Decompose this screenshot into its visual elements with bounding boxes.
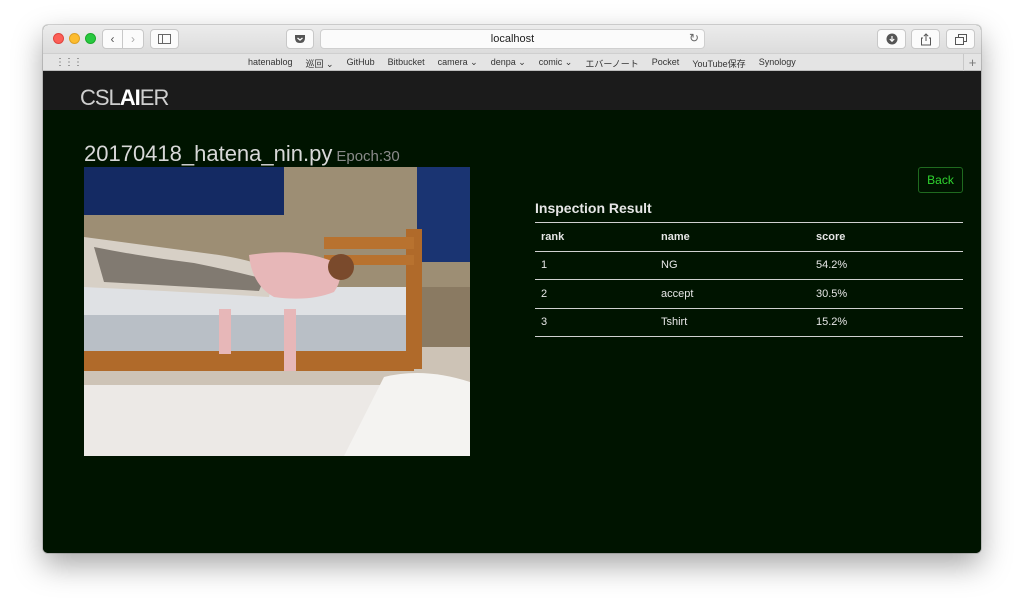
score-cell: 30.5%	[810, 279, 963, 308]
bookmark-item[interactable]: Bitbucket	[388, 57, 425, 70]
address-bar[interactable]: localhost ↻	[320, 29, 705, 49]
back-button[interactable]: Back	[918, 167, 963, 193]
chevron-right-icon: ›	[131, 32, 135, 46]
bookmark-item[interactable]: denpa ⌄	[491, 57, 526, 70]
address-text: localhost	[490, 33, 535, 45]
sidebar-toggle-button[interactable]	[150, 29, 179, 49]
rank-cell: 3	[535, 307, 655, 337]
score-cell: 54.2%	[810, 250, 963, 280]
table-row: 2 accept 30.5%	[535, 279, 963, 308]
score-cell: 15.2%	[810, 307, 963, 337]
logo-prefix: CSL	[80, 85, 121, 110]
table-header-row: rank name score	[535, 222, 963, 251]
downloads-button[interactable]	[877, 29, 906, 49]
inspected-image	[84, 167, 470, 456]
share-icon	[920, 32, 931, 45]
chevron-left-icon: ‹	[110, 32, 115, 46]
maximize-window-button[interactable]	[85, 33, 96, 44]
pocket-icon	[295, 35, 305, 43]
close-window-button[interactable]	[53, 33, 64, 44]
name-cell: Tshirt	[655, 307, 810, 337]
bookmark-item[interactable]: 巡回 ⌄	[306, 57, 334, 70]
rank-cell: 1	[535, 250, 655, 280]
bookmark-item[interactable]: Synology	[759, 57, 796, 70]
table-row: 1 NG 54.2%	[535, 250, 963, 280]
forward-nav-button[interactable]: ›	[123, 29, 144, 49]
sidebar-icon	[158, 34, 171, 44]
column-header-score: score	[810, 222, 963, 251]
column-header-rank: rank	[535, 222, 655, 251]
download-icon	[886, 33, 897, 45]
tabs-overview-button[interactable]	[946, 29, 975, 49]
logo-ai: AI	[119, 85, 141, 110]
app-header: CSLAIER	[43, 71, 981, 110]
nav-buttons: ‹ ›	[102, 29, 144, 49]
name-cell: accept	[655, 279, 810, 308]
minimize-window-button[interactable]	[69, 33, 80, 44]
bookmark-item[interactable]: comic ⌄	[539, 57, 573, 70]
share-button[interactable]	[911, 29, 940, 49]
inspection-result-title: Inspection Result	[535, 200, 652, 216]
pocket-button[interactable]	[286, 29, 314, 49]
grid-icon[interactable]: ⋮⋮⋮	[55, 57, 83, 68]
bookmark-item[interactable]: エバーノート	[585, 57, 638, 70]
back-nav-button[interactable]: ‹	[102, 29, 123, 49]
inspection-result-table: rank name score 1 NG 54.2% 2 accept 30.5…	[535, 222, 963, 337]
page-title: 20170418_hatena_nin.py Epoch:30	[84, 141, 400, 167]
bookmark-item[interactable]: hatenablog	[248, 57, 293, 70]
epoch-label: Epoch:30	[336, 148, 400, 165]
name-cell: NG	[655, 250, 810, 280]
tabs-icon	[954, 33, 967, 45]
bookmark-item[interactable]: YouTube保存	[692, 57, 745, 70]
bookmark-item[interactable]: camera ⌄	[438, 57, 478, 70]
bookmark-item[interactable]: Pocket	[652, 57, 680, 70]
browser-window: ‹ › localhost ↻ ⋮⋮⋮ hatenablog 巡回 ⌄ GitHub…	[43, 25, 981, 553]
bookmarks-bar: ⋮⋮⋮ hatenablog 巡回 ⌄ GitHub Bitbucket camera …	[43, 53, 981, 71]
bookmark-list: hatenablog 巡回 ⌄ GitHub Bitbucket camera ⌄ den…	[248, 57, 796, 70]
app-logo[interactable]: CSLAIER	[80, 85, 170, 111]
rank-cell: 2	[535, 279, 655, 308]
reload-icon[interactable]: ↻	[689, 31, 699, 45]
model-name: 20170418_hatena_nin.py	[84, 141, 333, 166]
browser-titlebar: ‹ › localhost ↻	[43, 25, 981, 53]
logo-suffix: ER	[139, 85, 170, 110]
column-header-name: name	[655, 222, 810, 251]
bookmark-item[interactable]: GitHub	[347, 57, 375, 70]
add-bookmark-icon[interactable]: +	[963, 54, 981, 71]
table-row: 3 Tshirt 15.2%	[535, 307, 963, 337]
main-content: 20170418_hatena_nin.py Epoch:30 Back Ins…	[43, 110, 981, 553]
